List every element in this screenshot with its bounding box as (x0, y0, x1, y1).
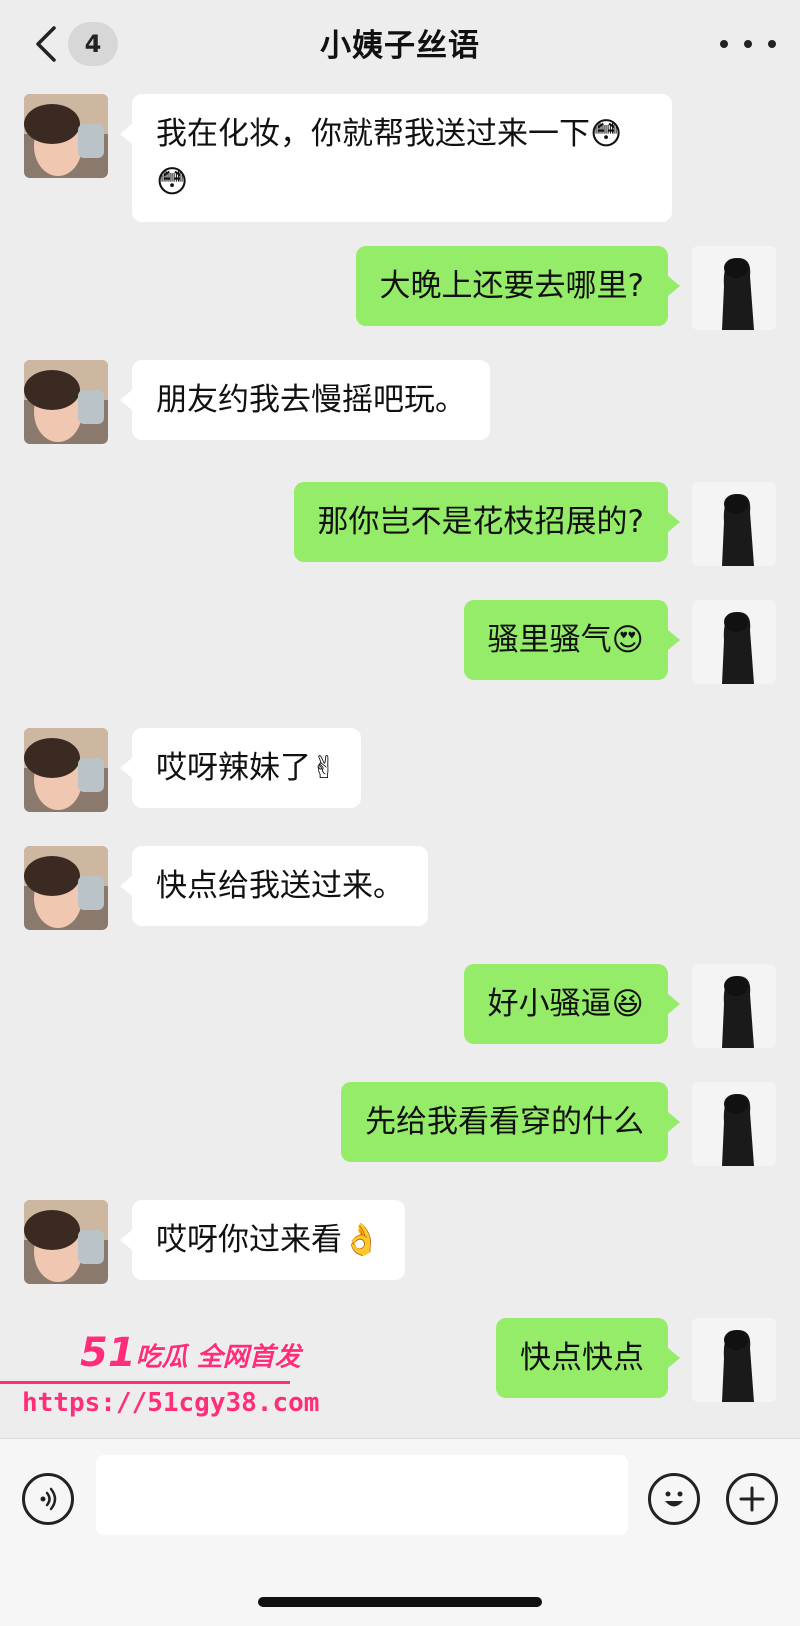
chat-title: 小姨子丝语 (320, 28, 480, 64)
message-text: 朋友约我去慢摇吧玩。 (156, 382, 466, 418)
message-bubble[interactable]: 骚里骚气😍 (463, 600, 681, 680)
contact-avatar-image (24, 360, 108, 444)
more-actions-button[interactable] (726, 1473, 778, 1525)
more-dot-icon (744, 40, 752, 48)
message-bubble[interactable]: 哎呀辣妹了✌ (120, 728, 361, 808)
user-avatar-image (692, 1318, 776, 1402)
home-indicator[interactable] (258, 1597, 542, 1607)
contact-avatar-image (24, 846, 108, 930)
message-bubble[interactable]: 快点快点 (496, 1318, 680, 1398)
message-bubble[interactable]: 那你岂不是花枝招展的? (293, 482, 681, 562)
watermark-slogan: 吃瓜 全网首发 (135, 1342, 301, 1373)
message-text: 骚里骚气 (487, 622, 612, 658)
ok-hand-emoji-icon: 👌 (342, 1222, 381, 1258)
message-text: 大晚上还要去哪里? (379, 268, 644, 304)
message-text: 哎呀你过来看 (156, 1222, 342, 1258)
message-text: 我在化妆，你就帮我送过来一下 (156, 116, 590, 152)
message-bubble[interactable]: 好小骚逼😆 (463, 964, 681, 1044)
message-bubble[interactable]: 大晚上还要去哪里? (355, 246, 681, 326)
user-avatar[interactable] (692, 246, 776, 330)
victory-hand-emoji-icon: ✌ (311, 750, 337, 786)
more-options-button[interactable] (720, 28, 776, 60)
user-avatar[interactable] (692, 600, 776, 684)
watermark-number: 51 (80, 1330, 136, 1376)
contact-avatar[interactable] (24, 1200, 108, 1284)
user-avatar-image (692, 600, 776, 684)
watermark: 51吃瓜 全网首发 https://51cgy38.com (0, 1330, 319, 1430)
watermark-url: https://51cgy38.com (22, 1388, 320, 1418)
user-avatar[interactable] (692, 482, 776, 566)
contact-avatar-image (24, 94, 108, 178)
contact-avatar-image (24, 1200, 108, 1284)
message-bubble[interactable]: 哎呀你过来看👌 (120, 1200, 405, 1280)
contact-avatar[interactable] (24, 360, 108, 444)
user-avatar-image (692, 1082, 776, 1166)
emoji-icon (665, 1491, 683, 1507)
message-text: 那你岂不是花枝招展的? (317, 504, 644, 540)
message-text: 先给我看看穿的什么 (365, 1104, 644, 1140)
voice-icon (40, 1487, 57, 1511)
user-avatar[interactable] (692, 1318, 776, 1402)
contact-avatar-image (24, 728, 108, 812)
user-avatar[interactable] (692, 1082, 776, 1166)
watermark-divider (0, 1381, 290, 1384)
user-avatar-image (692, 246, 776, 330)
input-bar (0, 1438, 800, 1626)
user-avatar-image (692, 482, 776, 566)
heart-eyes-emoji-icon: 😍 (611, 622, 644, 658)
message-text: 快点给我送过来。 (156, 868, 404, 904)
contact-avatar[interactable] (24, 846, 108, 930)
more-dot-icon (768, 40, 776, 48)
voice-button[interactable] (22, 1473, 74, 1525)
user-avatar[interactable] (692, 964, 776, 1048)
watermark-brand: 51吃瓜 全网首发 (80, 1330, 301, 1376)
message-bubble[interactable]: 先给我看看穿的什么 (341, 1082, 680, 1162)
message-bubble[interactable]: 朋友约我去慢摇吧玩。 (120, 360, 490, 440)
message-bubble[interactable]: 我在化妆，你就帮我送过来一下😳😳 (120, 94, 672, 222)
chat-header: 4 小姨子丝语 (0, 0, 800, 88)
contact-avatar[interactable] (24, 94, 108, 178)
plus-icon (739, 1486, 765, 1512)
message-list[interactable]: 我在化妆，你就帮我送过来一下😳😳 大晚上还要去哪里? 朋友约我去慢摇吧玩。 那你… (0, 88, 800, 1438)
message-text: 哎呀辣妹了 (156, 750, 311, 786)
more-dot-icon (720, 40, 728, 48)
message-text: 快点快点 (520, 1340, 644, 1376)
emoji-button[interactable] (648, 1473, 700, 1525)
user-avatar-image (692, 964, 776, 1048)
contact-avatar[interactable] (24, 728, 108, 812)
message-input[interactable] (96, 1455, 628, 1535)
message-bubble[interactable]: 快点给我送过来。 (120, 846, 428, 926)
grinning-emoji-icon: 😆 (611, 986, 644, 1022)
message-text: 好小骚逼 (487, 986, 612, 1022)
